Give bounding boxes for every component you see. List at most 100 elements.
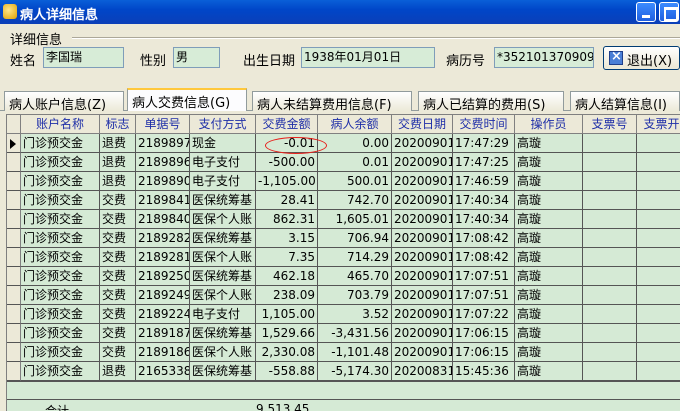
table-cell[interactable]: 门诊预交金 [21,343,100,362]
table-cell[interactable]: 1,529.66 [256,324,318,343]
table-cell[interactable]: 医保个人账 [190,248,256,267]
column-header[interactable]: 操作员 [515,115,583,134]
table-cell[interactable]: 20200901 [392,153,453,172]
table-cell[interactable] [637,210,680,229]
table-cell[interactable]: 2189281 [136,248,190,267]
table-cell[interactable]: -0.01 [256,134,318,153]
table-cell[interactable]: -1,101.48 [318,343,392,362]
table-cell[interactable]: 15:45:36 [453,362,515,381]
table-cell[interactable]: 17:07:22 [453,305,515,324]
table-row[interactable]: 门诊预交金 交费 2189187 医保统筹基 1,529.66 -3,431.56 2020… [7,324,680,343]
table-cell[interactable]: 20200901 [392,172,453,191]
table-cell[interactable]: 高璇 [515,343,583,362]
table-cell[interactable]: 高璇 [515,153,583,172]
table-cell[interactable]: 医保统筹基 [190,191,256,210]
table-cell[interactable] [637,362,680,381]
table-cell[interactable]: -558.88 [256,362,318,381]
column-header[interactable]: 标志 [100,115,136,134]
table-cell[interactable] [583,362,637,381]
table-cell[interactable]: 500.01 [318,172,392,191]
table-cell[interactable]: 3.52 [318,305,392,324]
table-cell[interactable] [583,267,637,286]
tab-unsettled-fees[interactable]: 病人未结算费用信息(F) [252,91,412,113]
table-row[interactable]: 门诊预交金 交费 2189224 电子支付 1,105.00 3.52 20200901 17… [7,305,680,324]
table-cell[interactable]: 742.70 [318,191,392,210]
table-cell[interactable]: 交费 [100,229,136,248]
table-cell[interactable]: 17:06:15 [453,324,515,343]
table-cell[interactable]: 交费 [100,210,136,229]
row-indicator[interactable] [7,343,21,362]
table-cell[interactable] [583,229,637,248]
table-cell[interactable] [637,191,680,210]
table-cell[interactable]: 3.15 [256,229,318,248]
tab-payment-info[interactable]: 病人交费信息(G) [127,88,247,111]
exit-button[interactable]: 退出(X) [603,46,680,70]
row-indicator[interactable] [7,134,21,153]
table-cell[interactable] [583,134,637,153]
table-cell[interactable]: 门诊预交金 [21,134,100,153]
table-row[interactable]: 门诊预交金 交费 2189250 医保统筹基 462.18 465.70 20200901 1… [7,267,680,286]
table-cell[interactable]: 862.31 [256,210,318,229]
table-cell[interactable] [637,134,680,153]
row-indicator[interactable] [7,172,21,191]
table-cell[interactable]: 退费 [100,134,136,153]
payment-grid[interactable]: 合计 9,513.45 账户名称 标志 单据号 支付方式 交费金额 病人余额 交费日期 交费时… [6,114,680,411]
table-cell[interactable]: -1,105.00 [256,172,318,191]
table-cell[interactable]: 交费 [100,343,136,362]
table-cell[interactable]: 2165338 [136,362,190,381]
table-cell[interactable]: 门诊预交金 [21,229,100,248]
table-cell[interactable]: 交费 [100,305,136,324]
table-cell[interactable]: 医保统筹基 [190,267,256,286]
table-cell[interactable]: 20200901 [392,286,453,305]
table-cell[interactable]: 电子支付 [190,153,256,172]
table-cell[interactable]: 医保个人账 [190,343,256,362]
table-cell[interactable] [583,343,637,362]
table-cell[interactable]: 医保个人账 [190,286,256,305]
row-indicator[interactable] [7,210,21,229]
table-cell[interactable]: 门诊预交金 [21,191,100,210]
table-cell[interactable]: 现金 [190,134,256,153]
table-cell[interactable] [583,286,637,305]
table-cell[interactable]: 门诊预交金 [21,286,100,305]
table-cell[interactable]: 17:06:15 [453,343,515,362]
column-header[interactable]: 支付方式 [190,115,256,134]
table-cell[interactable]: 2189249 [136,286,190,305]
maximize-button[interactable] [659,2,679,22]
table-cell[interactable]: 20200831 [392,362,453,381]
table-row[interactable]: 门诊预交金 退费 2189890 电子支付 -1,105.00 500.01 2020090… [7,172,680,191]
table-cell[interactable]: 0.01 [318,153,392,172]
table-cell[interactable]: 20200901 [392,229,453,248]
column-header[interactable]: 账户名称 [21,115,100,134]
table-cell[interactable]: 门诊预交金 [21,172,100,191]
table-cell[interactable]: 电子支付 [190,305,256,324]
table-row[interactable]: 门诊预交金 退费 2189897 现金 -0.01 0.00 20200901 17:47:2… [7,134,680,153]
row-indicator[interactable] [7,286,21,305]
table-cell[interactable]: 退费 [100,362,136,381]
table-cell[interactable] [583,153,637,172]
table-cell[interactable]: 1,605.01 [318,210,392,229]
tab-settlement-info[interactable]: 病人结算信息(I) [570,91,680,113]
table-cell[interactable] [583,305,637,324]
table-cell[interactable] [583,172,637,191]
table-cell[interactable]: 高璇 [515,134,583,153]
table-cell[interactable]: 28.41 [256,191,318,210]
table-cell[interactable]: 703.79 [318,286,392,305]
table-cell[interactable] [637,343,680,362]
table-cell[interactable]: 2189890 [136,172,190,191]
table-cell[interactable]: 高璇 [515,210,583,229]
table-cell[interactable]: 20200901 [392,324,453,343]
table-cell[interactable] [583,191,637,210]
table-cell[interactable]: 门诊预交金 [21,267,100,286]
table-cell[interactable]: 退费 [100,153,136,172]
table-cell[interactable]: 2189840 [136,210,190,229]
column-header[interactable]: 交费时间 [453,115,515,134]
column-header[interactable]: 病人余额 [318,115,392,134]
table-cell[interactable]: 交费 [100,248,136,267]
table-cell[interactable] [637,267,680,286]
table-cell[interactable]: 17:07:51 [453,267,515,286]
table-cell[interactable]: 交费 [100,286,136,305]
table-cell[interactable]: 门诊预交金 [21,305,100,324]
birth-date-field[interactable]: 1938年01月01日 [301,47,435,68]
table-cell[interactable]: 17:08:42 [453,248,515,267]
table-cell[interactable]: 0.00 [318,134,392,153]
